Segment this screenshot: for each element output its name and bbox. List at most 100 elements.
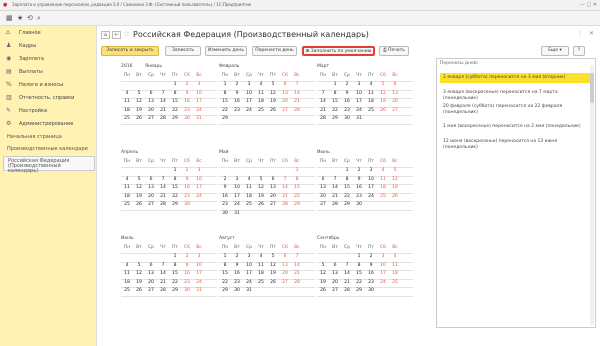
scrollbar-thumb[interactable] [590, 73, 594, 103]
day-cell[interactable]: 18 [243, 194, 255, 200]
sidebar-item-salary[interactable]: ◉ Зарплата [0, 54, 97, 65]
day-cell[interactable]: 13 [329, 271, 341, 277]
day-cell[interactable]: 17 [353, 99, 365, 105]
day-cell[interactable]: 23 [365, 280, 377, 286]
day-cell[interactable]: 23 [341, 108, 353, 114]
day-cell[interactable]: 24 [377, 280, 389, 286]
day-cell[interactable]: 4 [389, 254, 401, 260]
day-cell[interactable]: 5 [389, 168, 401, 174]
open-page-calendars[interactable]: Производственные календари [3, 144, 95, 154]
day-cell[interactable]: 18 [121, 194, 133, 200]
day-cell[interactable]: 17 [231, 194, 243, 200]
day-cell[interactable]: 22 [169, 280, 181, 286]
day-cell[interactable]: 25 [121, 116, 133, 122]
day-cell[interactable]: 4 [255, 82, 267, 88]
day-cell[interactable]: 17 [377, 271, 389, 277]
sidebar-item-hr[interactable]: ♟ Кадры [0, 41, 97, 52]
day-cell[interactable]: 25 [389, 280, 401, 286]
day-cell[interactable]: 25 [121, 288, 133, 294]
day-cell[interactable]: 29 [291, 202, 303, 208]
day-cell[interactable]: 14 [317, 99, 329, 105]
sidebar-item-reports[interactable]: ▥ Отчетность, справки [0, 93, 97, 104]
day-cell[interactable]: 8 [341, 177, 353, 183]
day-cell[interactable]: 18 [377, 185, 389, 191]
day-cell[interactable]: 16 [341, 99, 353, 105]
day-cell[interactable]: 19 [133, 194, 145, 200]
transfer-item[interactable]: 20 февраля (суббота) переносится на 22 ф… [440, 102, 592, 118]
day-cell[interactable]: 20 [317, 194, 329, 200]
day-cell[interactable]: 24 [231, 202, 243, 208]
day-cell[interactable]: 27 [279, 108, 291, 114]
day-cell[interactable]: 19 [267, 99, 279, 105]
day-cell[interactable]: 16 [181, 185, 193, 191]
search-icon[interactable]: ⌕ [37, 14, 41, 22]
day-cell[interactable]: 16 [365, 271, 377, 277]
day-cell[interactable]: 25 [255, 280, 267, 286]
day-cell[interactable]: 23 [231, 280, 243, 286]
day-cell[interactable]: 6 [145, 263, 157, 269]
day-cell[interactable]: 20 [329, 280, 341, 286]
day-cell[interactable]: 7 [157, 91, 169, 97]
day-cell[interactable]: 13 [317, 185, 329, 191]
day-cell[interactable]: 27 [145, 202, 157, 208]
day-cell[interactable]: 29 [219, 288, 231, 294]
fill-default-button[interactable]: ⊞ Заполнить по умолчанию [302, 46, 375, 56]
day-cell[interactable]: 4 [121, 263, 133, 269]
day-cell[interactable]: 17 [193, 99, 205, 105]
save-button[interactable]: Записать [165, 46, 201, 56]
day-cell[interactable]: 5 [255, 177, 267, 183]
day-cell[interactable]: 11 [121, 99, 133, 105]
day-cell[interactable]: 2 [353, 168, 365, 174]
day-cell[interactable]: 10 [365, 177, 377, 183]
day-cell[interactable]: 28 [341, 288, 353, 294]
save-close-button[interactable]: Записать и закрыть [101, 46, 159, 56]
favorite-star-icon[interactable]: ☆ [123, 30, 130, 38]
day-cell[interactable]: 28 [157, 116, 169, 122]
day-cell[interactable]: 31 [231, 211, 243, 217]
day-cell[interactable]: 6 [317, 177, 329, 183]
day-cell[interactable]: 12 [133, 185, 145, 191]
day-cell[interactable]: 28 [317, 116, 329, 122]
sidebar-item-admin[interactable]: ⚙ Администрирование [0, 119, 97, 130]
day-cell[interactable]: 8 [219, 91, 231, 97]
day-cell[interactable]: 4 [243, 177, 255, 183]
day-cell[interactable]: 5 [133, 177, 145, 183]
day-cell[interactable]: 11 [377, 177, 389, 183]
day-cell[interactable]: 1 [169, 82, 181, 88]
day-cell[interactable]: 24 [365, 194, 377, 200]
day-cell[interactable]: 10 [193, 177, 205, 183]
day-cell[interactable]: 1 [291, 168, 303, 174]
day-cell[interactable]: 14 [157, 99, 169, 105]
day-cell[interactable]: 18 [121, 108, 133, 114]
day-cell[interactable]: 26 [133, 288, 145, 294]
day-cell[interactable]: 6 [145, 91, 157, 97]
day-cell[interactable]: 29 [329, 116, 341, 122]
day-cell[interactable]: 30 [219, 211, 231, 217]
day-cell[interactable]: 19 [255, 194, 267, 200]
day-cell[interactable]: 30 [365, 288, 377, 294]
day-cell[interactable]: 27 [329, 288, 341, 294]
day-cell[interactable]: 27 [389, 108, 401, 114]
day-cell[interactable]: 13 [279, 91, 291, 97]
day-cell[interactable]: 6 [329, 263, 341, 269]
day-cell[interactable]: 24 [193, 108, 205, 114]
day-cell[interactable]: 13 [389, 91, 401, 97]
day-cell[interactable]: 26 [267, 280, 279, 286]
day-cell[interactable]: 3 [377, 254, 389, 260]
day-cell[interactable]: 5 [377, 82, 389, 88]
history-icon[interactable]: ⟲ [27, 14, 33, 22]
day-cell[interactable]: 13 [145, 271, 157, 277]
day-cell[interactable]: 25 [243, 202, 255, 208]
day-cell[interactable]: 16 [181, 271, 193, 277]
day-cell[interactable]: 13 [267, 185, 279, 191]
day-cell[interactable]: 29 [219, 116, 231, 122]
day-cell[interactable]: 14 [341, 271, 353, 277]
day-cell[interactable]: 2 [181, 82, 193, 88]
day-cell[interactable]: 19 [267, 271, 279, 277]
day-cell[interactable]: 15 [169, 271, 181, 277]
day-cell[interactable]: 4 [377, 168, 389, 174]
day-cell[interactable]: 20 [279, 271, 291, 277]
day-cell[interactable]: 5 [317, 263, 329, 269]
day-cell[interactable]: 14 [157, 271, 169, 277]
day-cell[interactable]: 2 [231, 82, 243, 88]
